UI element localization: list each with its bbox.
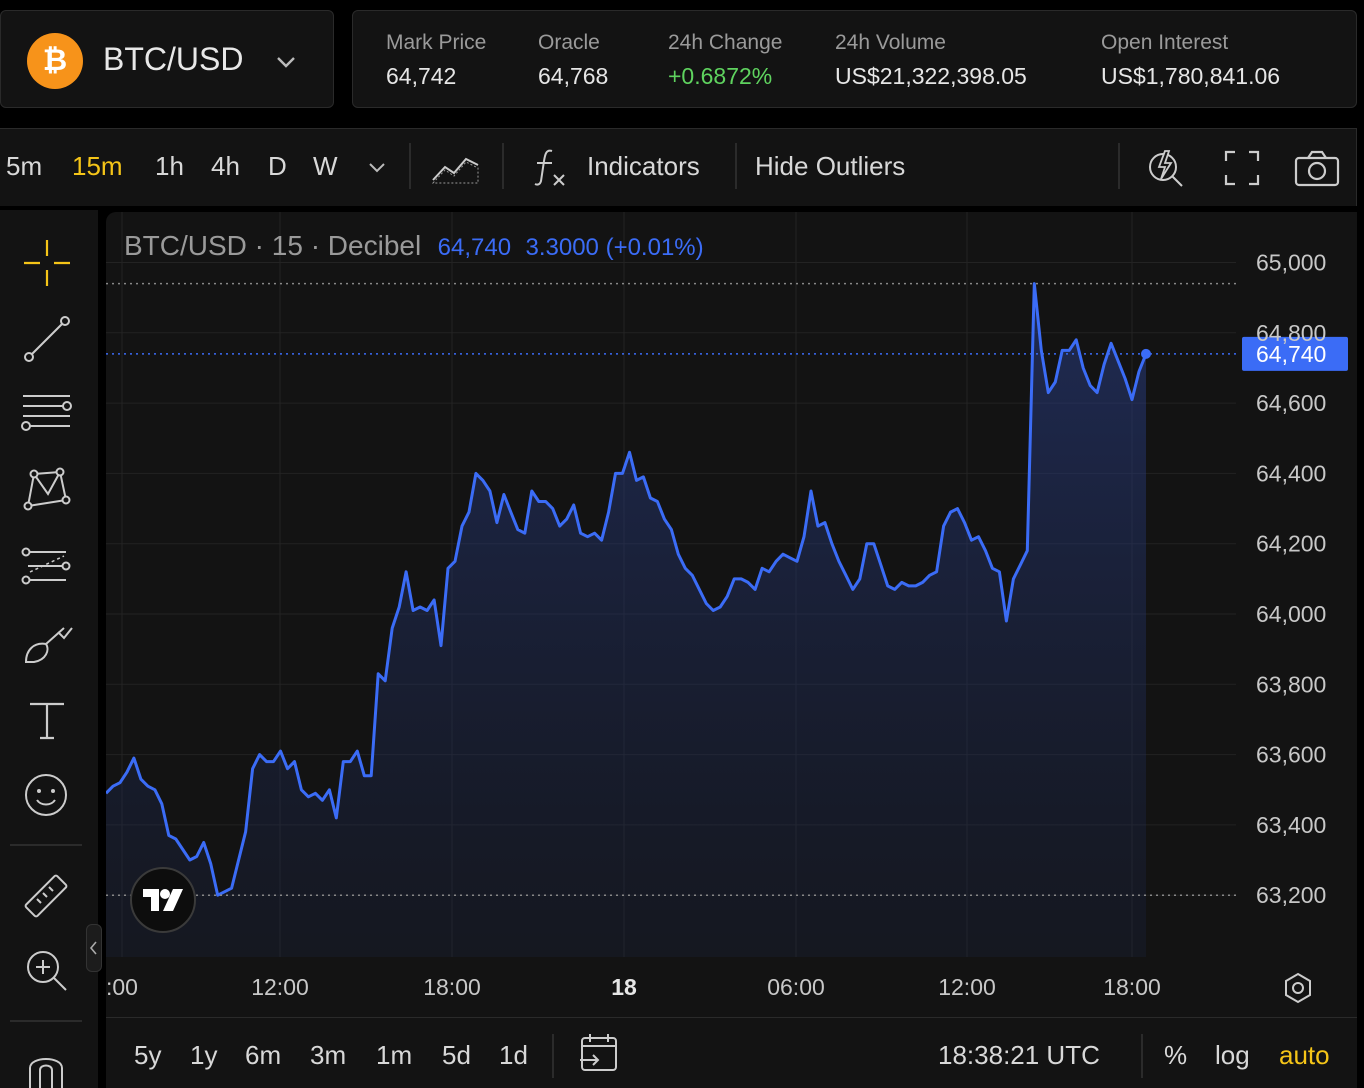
- stat-value: 64,742: [386, 63, 457, 89]
- divider: [1118, 143, 1120, 189]
- pattern-icon[interactable]: [20, 466, 74, 516]
- range-1d[interactable]: 1d: [499, 1040, 528, 1071]
- market-selector[interactable]: ₿ BTC/USD: [0, 10, 334, 108]
- y-axis-tick: 64,200: [1256, 531, 1326, 557]
- x-axis-tick: 18: [611, 974, 637, 1000]
- timeframe-d[interactable]: D: [268, 151, 287, 182]
- divider: [409, 143, 411, 189]
- log-toggle[interactable]: log: [1215, 1040, 1250, 1071]
- chart-bottom-bar: 5y 1y 6m 3m 1m 5d 1d 18:38:21 UTC % log …: [106, 1017, 1357, 1088]
- range-5y[interactable]: 5y: [134, 1040, 161, 1071]
- text-tool-icon[interactable]: [24, 696, 70, 742]
- legend-title: BTC/USD · 15 · Decibel: [124, 230, 422, 261]
- timeframe-5m[interactable]: 5m: [6, 151, 42, 182]
- drawing-toolbar: [0, 210, 98, 1088]
- fullscreen-icon[interactable]: [1223, 149, 1261, 187]
- divider: [10, 1020, 82, 1022]
- x-axis-tick: 18:00: [1103, 974, 1161, 1000]
- ruler-icon[interactable]: [20, 870, 72, 922]
- timeframe-w[interactable]: W: [313, 151, 338, 182]
- range-3m[interactable]: 3m: [310, 1040, 346, 1071]
- chart-canvas[interactable]: 64,740 65,000 64,800 64,600 64,400 64,200 64,…: [106, 212, 1357, 1017]
- x-axis-tick: 12:00: [938, 974, 996, 1000]
- stat-24h-change: 24h Change +0.6872%: [668, 31, 782, 90]
- divider: [552, 1034, 554, 1078]
- fib-retracement-icon[interactable]: [20, 390, 74, 440]
- chevron-down-icon[interactable]: [273, 49, 299, 75]
- forecast-icon[interactable]: [20, 542, 74, 592]
- trend-line-icon[interactable]: [22, 314, 72, 364]
- indicators-fx-icon[interactable]: [530, 145, 570, 189]
- stat-value: US$1,780,841.06: [1101, 63, 1281, 89]
- timeframe-4h[interactable]: 4h: [211, 151, 240, 182]
- brush-icon[interactable]: [20, 620, 76, 670]
- price-area-fill: [106, 283, 1146, 958]
- market-stats: Mark Price 64,742 Oracle 64,768 24h Chan…: [352, 10, 1357, 108]
- y-axis-tick: 65,000: [1256, 250, 1326, 276]
- y-axis-tick: 63,400: [1256, 812, 1326, 838]
- quick-search-icon[interactable]: [1145, 145, 1187, 189]
- camera-icon[interactable]: [1293, 148, 1341, 188]
- divider: [10, 844, 82, 846]
- stat-value: 64,768: [538, 63, 609, 89]
- hide-outliers-button[interactable]: Hide Outliers: [755, 151, 905, 182]
- stat-label: 24h Change: [668, 31, 783, 54]
- auto-toggle[interactable]: auto: [1279, 1040, 1330, 1071]
- divider: [502, 143, 504, 189]
- magnet-icon[interactable]: [24, 1050, 68, 1088]
- y-axis-tick: 64,600: [1256, 390, 1326, 416]
- area-chart-icon[interactable]: [430, 147, 482, 187]
- stat-value: +0.6872%: [668, 63, 773, 89]
- chart-legend: BTC/USD · 15 · Decibel 64,740 3.3000 (+0…: [124, 230, 704, 262]
- stat-label: Open Interest: [1101, 31, 1229, 54]
- tradingview-logo[interactable]: [130, 867, 196, 933]
- y-axis-tick: 64,800: [1256, 320, 1326, 346]
- y-axis-tick: 63,200: [1256, 882, 1326, 908]
- percent-toggle[interactable]: %: [1164, 1040, 1187, 1071]
- stat-open-interest: Open Interest US$1,780,841.06: [1101, 31, 1280, 90]
- stat-label: Oracle: [538, 31, 600, 54]
- timeframe-1h[interactable]: 1h: [155, 151, 184, 182]
- crosshair-icon[interactable]: [22, 238, 72, 288]
- y-axis-tick: 63,800: [1256, 671, 1326, 697]
- tradingview-logo-icon: [143, 889, 183, 911]
- x-axis-tick: 18:00: [423, 974, 481, 1000]
- stat-oracle: Oracle 64,768: [538, 31, 608, 90]
- stat-mark-price: Mark Price 64,742: [386, 31, 486, 90]
- x-axis-tick: 06:00: [767, 974, 825, 1000]
- bitcoin-icon: ₿: [27, 33, 83, 89]
- legend-change: 3.3000 (+0.01%): [525, 234, 704, 261]
- market-symbol: BTC/USD: [103, 41, 244, 77]
- chart-toolbar: 5m 15m 1h 4h D W Indicators Hide Outlier…: [0, 128, 1357, 206]
- price-chart[interactable]: 64,740 65,000 64,800 64,600 64,400 64,200 64,…: [106, 212, 1357, 1017]
- go-to-date-icon[interactable]: [578, 1032, 622, 1074]
- range-1m[interactable]: 1m: [376, 1040, 412, 1071]
- divider: [1141, 1034, 1143, 1078]
- divider: [735, 143, 737, 189]
- legend-last-price: 64,740: [437, 234, 512, 261]
- chevron-down-icon[interactable]: [365, 155, 389, 179]
- y-axis-tick: 63,600: [1256, 742, 1326, 768]
- stat-label: 24h Volume: [835, 31, 946, 54]
- timeframe-15m[interactable]: 15m: [72, 151, 123, 182]
- stat-value: US$21,322,398.05: [835, 63, 1027, 89]
- zoom-in-icon[interactable]: [22, 946, 72, 996]
- y-axis-tick: 64,000: [1256, 601, 1326, 627]
- chart-settings-icon[interactable]: [1282, 972, 1314, 1004]
- x-axis-tick: :00: [106, 974, 138, 1000]
- collapse-sidebar-handle[interactable]: [86, 924, 102, 972]
- range-5d[interactable]: 5d: [442, 1040, 471, 1071]
- indicators-button[interactable]: Indicators: [587, 151, 700, 182]
- clock-time[interactable]: 18:38:21 UTC: [938, 1040, 1100, 1071]
- range-6m[interactable]: 6m: [245, 1040, 281, 1071]
- range-1y[interactable]: 1y: [190, 1040, 217, 1071]
- emoji-icon[interactable]: [22, 771, 70, 819]
- x-axis-tick: 12:00: [251, 974, 309, 1000]
- stat-label: Mark Price: [386, 31, 487, 54]
- y-axis-tick: 64,400: [1256, 460, 1326, 486]
- chevron-left-icon: [89, 941, 97, 955]
- stat-24h-volume: 24h Volume US$21,322,398.05: [835, 31, 1027, 90]
